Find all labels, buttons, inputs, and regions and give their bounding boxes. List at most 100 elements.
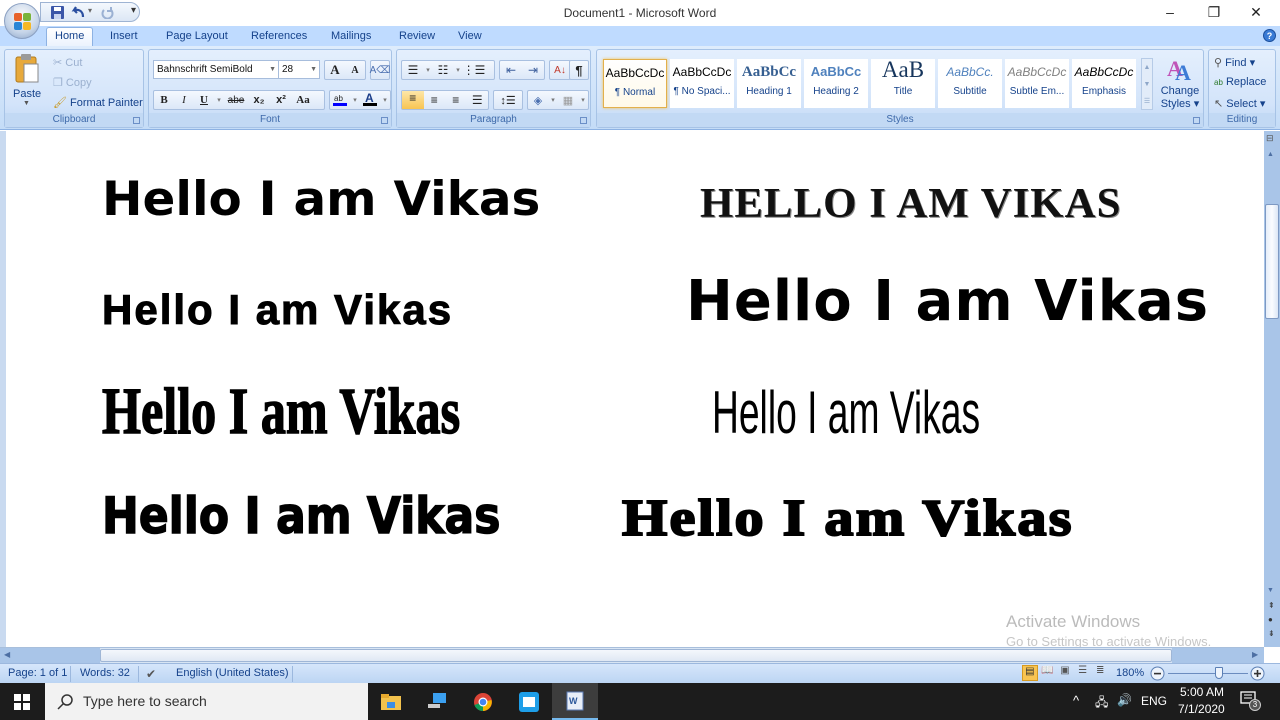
- tab-view[interactable]: View: [450, 29, 490, 46]
- taskbar-network-app[interactable]: [414, 683, 460, 720]
- change-styles-button[interactable]: AA Change Styles ▾: [1159, 54, 1201, 112]
- borders-dropdown-icon[interactable]: ▾: [578, 96, 588, 104]
- find-button[interactable]: ⚲ Find ▾: [1214, 56, 1255, 69]
- shading-button[interactable]: ◈: [528, 94, 548, 107]
- numbering-dropdown-icon[interactable]: ▾: [454, 66, 462, 74]
- style-emphasis[interactable]: AaBbCcDc Emphasis: [1072, 59, 1136, 108]
- change-case-button[interactable]: Aa: [292, 94, 314, 106]
- sort-button[interactable]: A↓: [549, 60, 571, 80]
- vertical-scrollbar[interactable]: ⊟ ▲ ▼ ⇞ ● ⇟: [1264, 131, 1280, 647]
- zoom-level[interactable]: 180%: [1116, 667, 1144, 679]
- word-count[interactable]: Words: 32: [80, 667, 130, 679]
- style-subtle-emphasis[interactable]: AaBbCcDc Subtle Em...: [1005, 59, 1069, 108]
- select-button[interactable]: ↖ Select ▾: [1214, 97, 1265, 110]
- tab-insert[interactable]: Insert: [102, 29, 146, 46]
- windows-start-icon[interactable]: [14, 694, 30, 710]
- tab-home[interactable]: Home: [46, 27, 94, 46]
- style-no-spacing[interactable]: AaBbCcDc ¶ No Spaci...: [670, 59, 734, 108]
- font-color-button[interactable]: A: [360, 91, 380, 110]
- multilevel-list-button[interactable]: ⋮☰: [462, 63, 486, 77]
- previous-page-icon[interactable]: ⇞: [1268, 601, 1275, 610]
- full-screen-reading-button[interactable]: 📖: [1040, 665, 1056, 681]
- font-size-combo[interactable]: 28 ▼: [278, 60, 320, 79]
- font-name-combo[interactable]: Bahnschrift SemiBold ▼: [153, 60, 279, 79]
- paragraph-dialog-launcher[interactable]: [580, 117, 587, 124]
- text-line-4[interactable]: Hello I am Vikas: [686, 274, 1209, 330]
- clock-time[interactable]: 5:00 AM: [1180, 685, 1224, 699]
- font-dialog-launcher[interactable]: [381, 117, 388, 124]
- text-line-7[interactable]: Hello I am Vikas: [101, 490, 501, 542]
- language-indicator[interactable]: English (United States): [176, 667, 289, 679]
- taskbar-chrome[interactable]: [460, 683, 506, 720]
- taskbar-word[interactable]: W: [552, 683, 598, 720]
- zoom-slider-track[interactable]: [1168, 673, 1248, 674]
- format-painter-button[interactable]: 🖌 Format Painter: [53, 96, 143, 109]
- underline-dropdown-icon[interactable]: ▾: [214, 96, 224, 104]
- restore-button[interactable]: ❐: [1194, 3, 1234, 23]
- scroll-down-icon[interactable]: ▼: [1142, 76, 1152, 93]
- undo-icon[interactable]: [71, 6, 85, 19]
- web-layout-button[interactable]: ▣: [1057, 665, 1073, 681]
- scroll-left-arrow-glyph[interactable]: ◀: [4, 650, 10, 659]
- horizontal-scroll-thumb[interactable]: [100, 649, 1172, 662]
- outline-view-button[interactable]: ☰: [1075, 665, 1091, 681]
- underline-button[interactable]: U: [194, 94, 214, 106]
- align-right-button[interactable]: ≡: [445, 93, 467, 107]
- scroll-up-icon[interactable]: ▲: [1142, 59, 1152, 76]
- print-layout-view-button[interactable]: ▤: [1022, 665, 1038, 681]
- text-line-2[interactable]: HELLO I AM VIKAS: [700, 183, 1121, 225]
- grow-font-button[interactable]: A: [325, 62, 345, 78]
- input-language[interactable]: ENG: [1141, 694, 1167, 708]
- style-title[interactable]: AaB Title: [871, 59, 935, 108]
- clear-formatting-button[interactable]: A⌫: [370, 60, 390, 80]
- highlight-button[interactable]: ab: [330, 91, 350, 110]
- shading-dropdown-icon[interactable]: ▾: [548, 96, 558, 104]
- zoom-out-icon[interactable]: [1150, 666, 1165, 681]
- text-line-8[interactable]: Hello I am Vikas: [621, 492, 1074, 546]
- styles-gallery-scroll[interactable]: ▲ ▼ ☰: [1141, 58, 1153, 110]
- highlight-dropdown-icon[interactable]: ▾: [350, 96, 360, 104]
- bullets-dropdown-icon[interactable]: ▾: [424, 66, 432, 74]
- customize-qat-icon[interactable]: ▾: [131, 5, 136, 16]
- taskbar-file-explorer[interactable]: [368, 683, 414, 720]
- select-browse-object-icon[interactable]: ●: [1268, 615, 1273, 624]
- paste-button[interactable]: Paste ▼: [11, 54, 43, 107]
- save-icon[interactable]: [51, 6, 64, 19]
- text-line-1[interactable]: Hello I am Vikas: [102, 176, 540, 223]
- align-left-button[interactable]: ≡: [402, 91, 424, 109]
- show-hidden-icons[interactable]: ^: [1073, 693, 1079, 708]
- show-hide-button[interactable]: ¶: [569, 60, 589, 80]
- volume-icon[interactable]: 🔊: [1117, 693, 1132, 707]
- taskbar-snip-app[interactable]: [506, 683, 552, 720]
- minimize-button[interactable]: –: [1150, 3, 1190, 23]
- action-center-button[interactable]: 3: [1240, 691, 1261, 711]
- subscript-button[interactable]: x₂: [248, 94, 270, 106]
- clock-date[interactable]: 7/1/2020: [1178, 702, 1225, 716]
- scroll-down-arrow[interactable]: ▼: [1267, 587, 1274, 594]
- text-line-5[interactable]: Hello I am Vikas: [101, 378, 460, 446]
- draft-view-button[interactable]: ≣: [1092, 665, 1108, 681]
- font-color-dropdown-icon[interactable]: ▾: [380, 96, 390, 104]
- tab-mailings[interactable]: Mailings: [323, 29, 379, 46]
- tab-references[interactable]: References: [243, 29, 315, 46]
- italic-button[interactable]: I: [174, 94, 194, 106]
- scroll-right-arrow[interactable]: ▶: [1252, 650, 1258, 659]
- tab-review[interactable]: Review: [391, 29, 443, 46]
- page-count[interactable]: Page: 1 of 1: [8, 667, 67, 679]
- more-styles-icon[interactable]: ☰: [1142, 93, 1152, 110]
- superscript-button[interactable]: x²: [270, 94, 292, 106]
- numbering-button[interactable]: ☷: [432, 63, 454, 77]
- office-button[interactable]: [4, 3, 40, 39]
- style-heading-1[interactable]: AaBbCc Heading 1: [737, 59, 801, 108]
- network-icon[interactable]: 🖧: [1095, 693, 1108, 714]
- copy-button[interactable]: ❐ Copy: [53, 76, 92, 89]
- ruler-toggle-icon[interactable]: ⊟: [1266, 133, 1278, 145]
- bold-button[interactable]: B: [154, 94, 174, 106]
- shrink-font-button[interactable]: A: [345, 65, 365, 76]
- next-page-icon[interactable]: ⇟: [1268, 629, 1275, 638]
- cut-button[interactable]: ✂ Cut: [53, 56, 82, 69]
- proofing-icon[interactable]: ✔: [146, 667, 156, 681]
- zoom-slider-thumb[interactable]: [1215, 667, 1223, 679]
- increase-indent-button[interactable]: ⇥: [522, 63, 544, 77]
- style-subtitle[interactable]: AaBbCc. Subtitle: [938, 59, 1002, 108]
